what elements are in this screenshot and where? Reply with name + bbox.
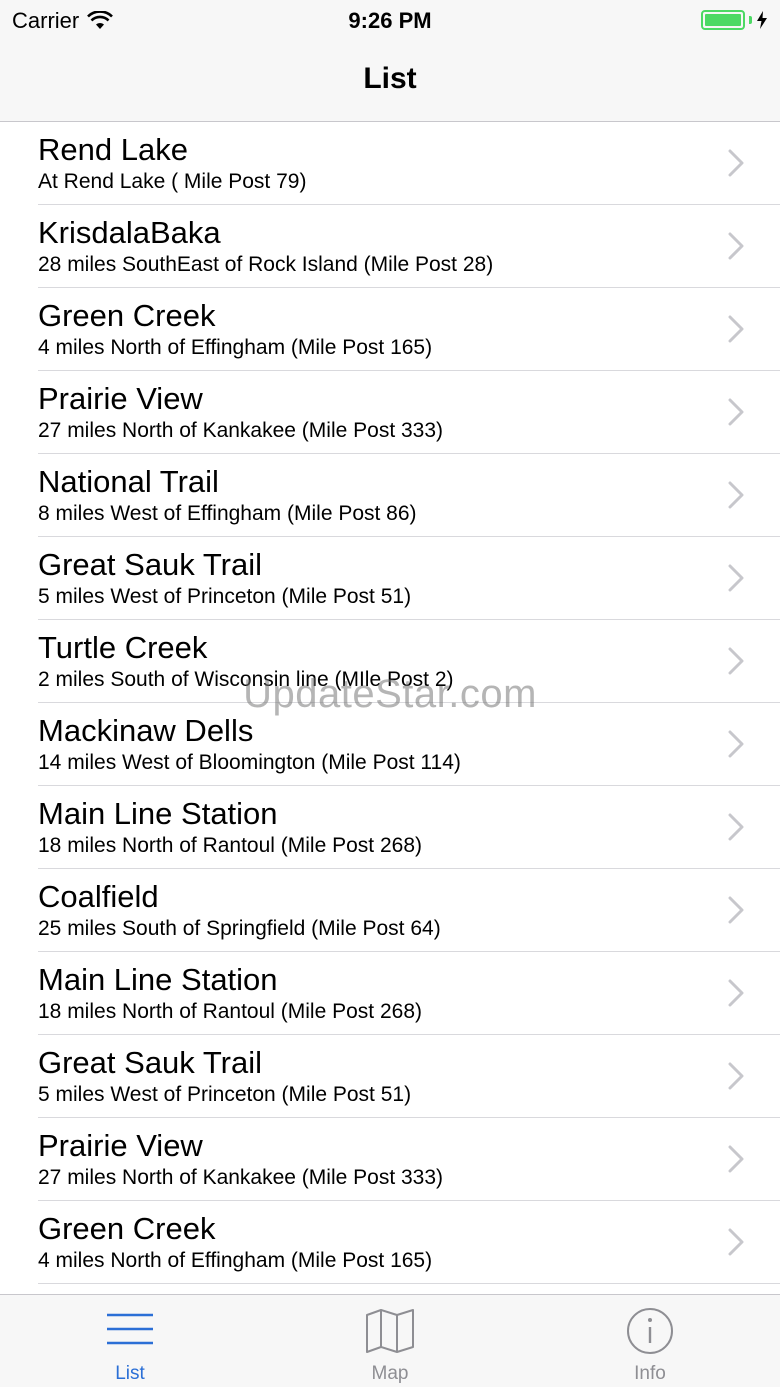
list-item[interactable]: Coalfield 25 miles South of Springfield (… bbox=[0, 869, 780, 952]
tab-map[interactable]: Map bbox=[260, 1295, 520, 1387]
list-item[interactable]: Main Line Station 18 miles North of Ranto… bbox=[0, 952, 780, 1035]
list-item-title: Rend Lake bbox=[38, 132, 188, 167]
list-item-subtitle: At Rend Lake ( Mile Post 79) bbox=[38, 170, 307, 193]
tab-info-label: Info bbox=[634, 1363, 666, 1384]
list-item-title: Prairie View bbox=[38, 1128, 203, 1163]
chevron-right-icon bbox=[728, 1062, 744, 1090]
list-item-subtitle: 5 miles West of Princeton (Mile Post 51) bbox=[38, 585, 412, 608]
list-item-subtitle: 27 miles North of Kankakee (Mile Post 33… bbox=[38, 419, 444, 442]
info-icon bbox=[627, 1308, 673, 1354]
list-item-subtitle: 4 miles North of Effingham (Mile Post 16… bbox=[38, 336, 433, 359]
battery-icon bbox=[701, 10, 745, 30]
list-item[interactable]: National Trail 8 miles West of Effingham … bbox=[0, 454, 780, 537]
list-item[interactable]: Green Creek 4 miles North of Effingham (M… bbox=[0, 1201, 780, 1284]
page-title: List bbox=[363, 62, 417, 95]
tab-bar: List Map Info bbox=[0, 1294, 780, 1387]
chevron-right-icon bbox=[728, 647, 744, 675]
chevron-right-icon bbox=[728, 1228, 744, 1256]
list-item[interactable]: Prairie View 27 miles North of Kankakee (… bbox=[0, 1118, 780, 1201]
chevron-right-icon bbox=[728, 315, 744, 343]
list-item[interactable]: Green Creek 4 miles North of Effingham (M… bbox=[0, 288, 780, 371]
battery-indicator bbox=[701, 10, 768, 30]
list-item-title: Mackinaw Dells bbox=[38, 713, 254, 748]
list-item-subtitle: 27 miles North of Kankakee (Mile Post 33… bbox=[38, 1166, 444, 1189]
list-item-title: Turtle Creek bbox=[38, 630, 208, 665]
list-item[interactable]: Main Line Station 18 miles North of Ranto… bbox=[0, 786, 780, 869]
chevron-right-icon bbox=[728, 896, 744, 924]
location-list[interactable]: Rend Lake At Rend Lake ( Mile Post 79) Kri… bbox=[0, 122, 780, 1294]
chevron-right-icon bbox=[728, 1145, 744, 1173]
list-item-subtitle: 14 miles West of Bloomington (Mile Post … bbox=[38, 751, 461, 774]
list-item-title: Main Line Station bbox=[38, 796, 278, 831]
chevron-right-icon bbox=[728, 149, 744, 177]
list-item-subtitle: 25 miles South of Springfield (Mile Post… bbox=[38, 917, 441, 940]
chevron-right-icon bbox=[728, 813, 744, 841]
list-item-subtitle: 4 miles North of Effingham (Mile Post 16… bbox=[38, 1249, 433, 1272]
list-item-title: Green Creek bbox=[38, 1211, 216, 1246]
list-item-subtitle: 18 miles North of Rantoul (Mile Post 268… bbox=[38, 834, 422, 857]
charging-bolt-icon bbox=[757, 11, 767, 29]
list-icon bbox=[107, 1313, 153, 1345]
list-item[interactable]: Prairie View 27 miles North of Kankakee (… bbox=[0, 371, 780, 454]
chevron-right-icon bbox=[728, 979, 744, 1007]
list-item-subtitle: 2 miles South of Wisconsin line (MIle Po… bbox=[38, 668, 454, 691]
list-item-title: Coalfield bbox=[38, 879, 159, 914]
list-item[interactable]: Great Sauk Trail 5 miles West of Princeto… bbox=[0, 537, 780, 620]
status-time: 9:26 PM bbox=[348, 8, 432, 33]
list-item-title: KrisdalaBaka bbox=[38, 215, 221, 250]
chevron-right-icon bbox=[728, 398, 744, 426]
navigation-bar: List bbox=[0, 40, 780, 122]
list-item-title: Prairie View bbox=[38, 381, 203, 416]
list-item[interactable]: Great Sauk Trail 5 miles West of Princeto… bbox=[0, 1035, 780, 1118]
status-bar: Carrier 9:26 PM bbox=[0, 0, 780, 40]
list-item[interactable]: KrisdalaBaka 28 miles SouthEast of Rock I… bbox=[0, 205, 780, 288]
list-item[interactable]: Rend Lake At Rend Lake ( Mile Post 79) bbox=[0, 122, 780, 205]
list-item-title: Great Sauk Trail bbox=[38, 547, 262, 582]
list-item[interactable]: Mackinaw Dells 14 miles West of Bloomingt… bbox=[0, 703, 780, 786]
list-item-title: Great Sauk Trail bbox=[38, 1045, 262, 1080]
list-item-subtitle: 5 miles West of Princeton (Mile Post 51) bbox=[38, 1083, 412, 1106]
list-item-subtitle: 18 miles North of Rantoul (Mile Post 268… bbox=[38, 1000, 422, 1023]
tab-list-label: List bbox=[115, 1363, 145, 1384]
chevron-right-icon bbox=[728, 232, 744, 260]
chevron-right-icon bbox=[728, 564, 744, 592]
tab-map-label: Map bbox=[371, 1363, 409, 1384]
chevron-right-icon bbox=[728, 730, 744, 758]
list-item-title: Main Line Station bbox=[38, 962, 278, 997]
list-item-title: National Trail bbox=[38, 464, 219, 499]
list-item-subtitle: 28 miles SouthEast of Rock Island (Mile … bbox=[38, 253, 494, 276]
list-item-title: Green Creek bbox=[38, 298, 216, 333]
map-icon bbox=[366, 1309, 414, 1353]
list-item[interactable]: Turtle Creek 2 miles South of Wisconsin l… bbox=[0, 620, 780, 703]
tab-info[interactable]: Info bbox=[520, 1295, 780, 1387]
chevron-right-icon bbox=[728, 481, 744, 509]
list-item-subtitle: 8 miles West of Effingham (Mile Post 86) bbox=[38, 502, 417, 525]
tab-list[interactable]: List bbox=[0, 1295, 260, 1387]
